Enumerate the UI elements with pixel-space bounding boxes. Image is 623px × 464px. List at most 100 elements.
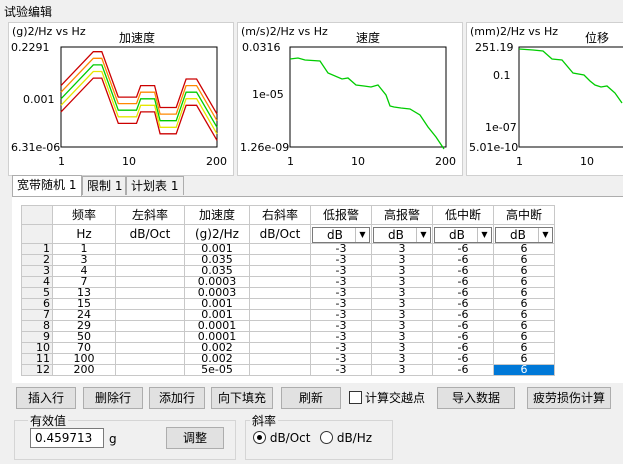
- rms-value-field[interactable]: 0.459713: [30, 428, 104, 448]
- cell-left-slope[interactable]: [115, 276, 185, 288]
- vel-chart-panel: (m/s)2/Hz vs Hz 速度 0.0316 1e-05 1.26e-09…: [237, 22, 463, 176]
- chevron-down-icon[interactable]: ▼: [477, 227, 491, 242]
- cross-point-checkbox[interactable]: [349, 391, 362, 404]
- cell-right-slope[interactable]: [249, 364, 311, 376]
- radio-unselected-icon[interactable]: [320, 431, 333, 444]
- table-row[interactable]: 7 24 0.001 -3 3 -6 6: [21, 309, 555, 321]
- col-header-low-abort[interactable]: 低中断: [432, 205, 494, 225]
- chevron-down-icon[interactable]: ▼: [355, 227, 369, 242]
- chevron-down-icon[interactable]: ▼: [416, 227, 430, 242]
- cell-left-slope[interactable]: [115, 243, 185, 255]
- unit-high-abort-select[interactable]: dB ▼: [495, 226, 553, 243]
- cell-left-slope[interactable]: [115, 265, 185, 277]
- disp-ytick-3: 1e-07: [485, 121, 517, 134]
- unit-low-alarm-value: dB: [327, 227, 343, 242]
- vel-xtick-1: 1: [287, 155, 294, 168]
- adjust-button[interactable]: 调整: [166, 427, 224, 449]
- chevron-down-icon[interactable]: ▼: [538, 227, 552, 242]
- table-row[interactable]: 4 7 0.0003 -3 3 -6 6: [21, 276, 555, 288]
- cell-right-slope[interactable]: [249, 331, 311, 343]
- unit-low-abort-select[interactable]: dB ▼: [434, 226, 492, 243]
- cell-left-slope[interactable]: [115, 254, 185, 266]
- window-title: 试验编辑: [4, 5, 53, 19]
- cell-accel[interactable]: 5e-05: [184, 364, 250, 376]
- cell-left-slope[interactable]: [115, 331, 185, 343]
- cell-right-slope[interactable]: [249, 254, 311, 266]
- cell-left-slope[interactable]: [115, 309, 185, 321]
- slope-option-db-oct[interactable]: dB/Oct: [253, 431, 310, 445]
- slope-option-db-oct-label: dB/Oct: [269, 431, 311, 445]
- cell-right-slope[interactable]: [249, 265, 311, 277]
- tab-schedule[interactable]: 计划表 1: [126, 176, 184, 195]
- cell-low-abort[interactable]: -6: [432, 364, 494, 376]
- disp-xtick-1: 1: [516, 155, 523, 168]
- unit-freq: Hz: [52, 224, 116, 244]
- cell-left-slope[interactable]: [115, 298, 185, 310]
- cross-point-checkbox-group[interactable]: 计算交越点: [349, 389, 425, 406]
- col-header-high-abort[interactable]: 高中断: [493, 205, 555, 225]
- fill-down-button[interactable]: 向下填充: [211, 387, 273, 409]
- col-header-high-alarm[interactable]: 高报警: [371, 205, 433, 225]
- accel-xtick-200: 200: [206, 155, 227, 168]
- delete-row-button[interactable]: 删除行: [83, 387, 143, 409]
- accel-ytick-top: 0.2291: [11, 41, 50, 54]
- table-row[interactable]: 10 70 0.002 -3 3 -6 6: [21, 342, 555, 354]
- accel-title: 加速度: [119, 30, 155, 45]
- table-row[interactable]: 6 15 0.001 -3 3 -6 6: [21, 298, 555, 310]
- title-bar: 试验编辑: [0, 0, 623, 22]
- cell-low-alarm[interactable]: -3: [310, 364, 372, 376]
- cell-left-slope[interactable]: [115, 353, 185, 365]
- cell-right-slope[interactable]: [249, 298, 311, 310]
- accel-chart-panel: (g)2/Hz vs Hz 加速度 0.2291 0.001 6.31e-06 …: [8, 22, 234, 176]
- cell-right-slope[interactable]: [249, 309, 311, 321]
- vel-ytick-mid: 1e-05: [252, 88, 284, 101]
- vel-plot-area: [289, 46, 447, 148]
- slope-option-db-hz[interactable]: dB/Hz: [320, 431, 372, 445]
- table-row[interactable]: 8 29 0.0001 -3 3 -6 6: [21, 320, 555, 332]
- tab-limit[interactable]: 限制 1: [82, 176, 126, 195]
- table-row[interactable]: 11 100 0.002 -3 3 -6 6: [21, 353, 555, 365]
- cell-right-slope[interactable]: [249, 243, 311, 255]
- refresh-button[interactable]: 刷新: [281, 387, 341, 409]
- cell-right-slope[interactable]: [249, 342, 311, 354]
- cell-right-slope[interactable]: [249, 276, 311, 288]
- cell-high-abort[interactable]: 6: [493, 364, 555, 376]
- fatigue-calc-button[interactable]: 疲劳损伤计算: [527, 387, 611, 409]
- cell-left-slope[interactable]: [115, 287, 185, 299]
- table-corner: [21, 205, 53, 225]
- cell-left-slope[interactable]: [115, 364, 185, 376]
- add-row-button[interactable]: 添加行: [149, 387, 205, 409]
- cell-high-alarm[interactable]: 3: [371, 364, 433, 376]
- insert-row-button[interactable]: 插入行: [16, 387, 76, 409]
- unit-right-slope: dB/Oct: [249, 224, 311, 244]
- vel-title: 速度: [356, 30, 380, 45]
- cell-right-slope[interactable]: [249, 353, 311, 365]
- vel-ylabel: (m/s)2/Hz vs Hz: [241, 25, 328, 38]
- table-row[interactable]: 2 3 0.035 -3 3 -6 6: [21, 254, 555, 266]
- table-row[interactable]: 1 1 0.001 -3 3 -6 6: [21, 243, 555, 255]
- disp-title: 位移: [585, 30, 609, 45]
- cell-right-slope[interactable]: [249, 287, 311, 299]
- col-header-low-alarm[interactable]: 低报警: [310, 205, 372, 225]
- rms-label: 有效值: [28, 412, 69, 429]
- table-row[interactable]: 9 50 0.0001 -3 3 -6 6: [21, 331, 555, 343]
- tab-broadband-random[interactable]: 宽带随机 1: [12, 175, 82, 196]
- cell-left-slope[interactable]: [115, 342, 185, 354]
- col-header-right-slope[interactable]: 右斜率: [249, 205, 311, 225]
- import-data-button[interactable]: 导入数据: [437, 387, 515, 409]
- accel-ytick-mid: 0.001: [23, 93, 55, 106]
- col-header-left-slope[interactable]: 左斜率: [115, 205, 185, 225]
- table-row[interactable]: 3 4 0.035 -3 3 -6 6: [21, 265, 555, 277]
- unit-accel: (g)2/Hz: [184, 224, 250, 244]
- radio-selected-icon[interactable]: [253, 431, 266, 444]
- table-row[interactable]: 5 13 0.0003 -3 3 -6 6: [21, 287, 555, 299]
- disp-ytick-2: 0.1: [493, 69, 511, 82]
- cell-left-slope[interactable]: [115, 320, 185, 332]
- unit-high-alarm-select[interactable]: dB ▼: [373, 226, 431, 243]
- table-row[interactable]: 12 200 5e-05 -3 3 -6 6: [21, 364, 555, 376]
- col-header-accel[interactable]: 加速度: [184, 205, 250, 225]
- unit-low-alarm-select[interactable]: dB ▼: [312, 226, 370, 243]
- cell-right-slope[interactable]: [249, 320, 311, 332]
- cell-freq[interactable]: 200: [52, 364, 116, 376]
- col-header-freq[interactable]: 频率: [52, 205, 116, 225]
